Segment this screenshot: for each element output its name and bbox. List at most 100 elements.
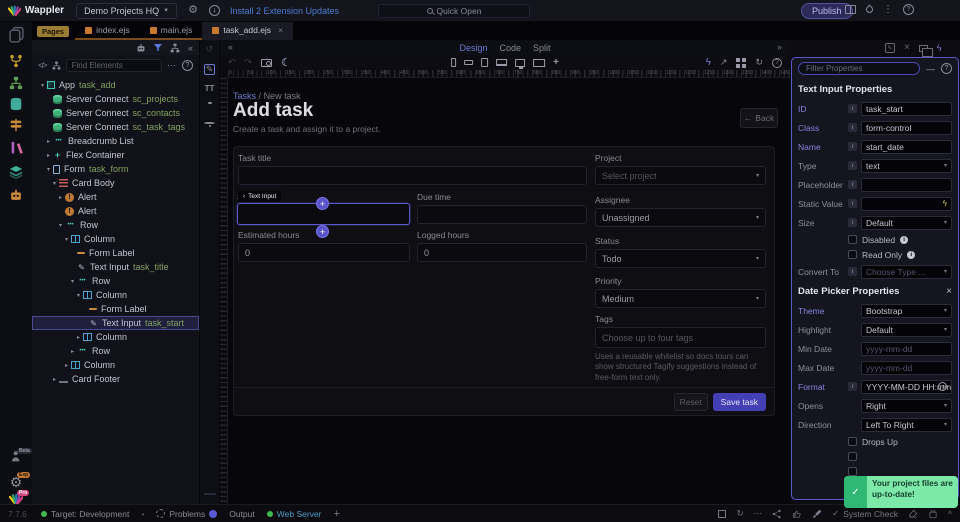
checkbox[interactable] (848, 235, 857, 244)
refresh-icon[interactable]: ↻ (755, 57, 763, 68)
theme-droplet-icon[interactable] (864, 4, 875, 15)
update-toast[interactable]: ✓ Your project files are up-to-date! (844, 476, 958, 508)
brush-icon[interactable] (812, 509, 822, 519)
tab-design[interactable]: Design (459, 43, 487, 53)
tree-item-task_add[interactable]: ▾ App task_add (32, 78, 199, 92)
tree-chevron-icon[interactable]: ▾ (56, 222, 65, 229)
prop-id-input[interactable]: task_start (861, 101, 952, 116)
assignee-select[interactable]: Unassigned (595, 208, 766, 227)
help-icon[interactable]: ? (772, 57, 782, 68)
edit-mode-icon[interactable]: ✎ (204, 64, 215, 75)
estimated-hours-input[interactable]: 0 (238, 243, 410, 262)
due-time-input[interactable] (417, 205, 587, 224)
system-check-button[interactable]: ✓ System Check (832, 508, 898, 519)
save-task-button[interactable]: Save task (712, 392, 766, 411)
install-updates-link[interactable]: Install 2 Extension Updates (230, 6, 339, 16)
prop-format-input[interactable]: YYYY-MM-DD HH:mm (861, 379, 952, 394)
checkbox[interactable] (848, 452, 857, 461)
tree-chevron-icon[interactable]: ▾ (44, 166, 53, 173)
tree-item-column[interactable]: ▸ Column (32, 330, 199, 344)
tab-code[interactable]: Code (499, 43, 521, 53)
reset-button[interactable]: Reset (673, 392, 708, 411)
redo-icon[interactable]: ↷ (245, 57, 253, 68)
structure-icon[interactable] (170, 43, 180, 53)
split-columns-icon[interactable] (845, 5, 856, 14)
help-icon[interactable]: ? (941, 63, 952, 74)
mobile-landscape-icon[interactable] (464, 60, 474, 65)
tree-chevron-icon[interactable]: ▾ (74, 292, 83, 299)
pin-icon[interactable] (207, 102, 212, 104)
mobile-portrait-icon[interactable] (451, 58, 457, 67)
beta-tool-icon[interactable]: Beta (0, 448, 32, 463)
eye-visibility-icon[interactable] (204, 122, 215, 127)
tab-close-icon[interactable]: × (278, 25, 283, 35)
bolt-icon[interactable]: ϟ (937, 43, 942, 53)
tv-icon[interactable] (533, 58, 546, 67)
assistant-robot-icon[interactable] (136, 43, 146, 53)
tree-item-sc_task_tags[interactable]: Server Connect sc_task_tags (32, 120, 199, 134)
prop-class-input[interactable]: form-control (861, 120, 952, 135)
tree-item-form-label[interactable]: Form Label (32, 246, 199, 260)
prop-size-select[interactable]: Default (861, 215, 952, 230)
ai-assistant-icon[interactable] (0, 188, 32, 202)
project-select[interactable]: Select project (595, 166, 766, 185)
output-button[interactable]: Output (229, 509, 255, 519)
undo-icon[interactable]: ↶ (228, 57, 236, 68)
tree-item-column[interactable]: ▾ Column (32, 288, 199, 302)
prop-min-date-input[interactable]: yyyy-mm-dd (861, 341, 952, 356)
web-server-button[interactable]: Web Server (266, 509, 322, 519)
settings-gear-icon[interactable]: ⚙ (188, 5, 198, 16)
laptop-icon[interactable] (496, 59, 508, 66)
prop-opens-select[interactable]: Right (861, 398, 952, 413)
tree-item-task_title[interactable]: ✎ Text Input task_title (32, 260, 199, 274)
tree-view-icon[interactable] (52, 61, 61, 70)
desktop-icon[interactable] (515, 58, 526, 69)
refresh-icon[interactable]: ↻ (736, 508, 743, 519)
prop-highlight-select[interactable]: Default (861, 322, 952, 337)
help-icon[interactable]: ? (182, 60, 193, 71)
filter-properties-input[interactable]: Filter Properties (798, 62, 920, 75)
tree-item-column[interactable]: ▸ Column (32, 358, 199, 372)
tree-item-form-label[interactable]: Form Label (32, 302, 199, 316)
tree-item-row[interactable]: ▾ ••• Row (32, 274, 199, 288)
checkbox[interactable] (848, 437, 857, 446)
export-icon[interactable]: ↗ (720, 57, 728, 68)
status-select[interactable]: Todo (595, 249, 766, 268)
add-element-button[interactable]: + (316, 197, 329, 210)
bolt-icon[interactable]: ϟ (706, 57, 711, 68)
tree-item-task_form[interactable]: ▾ Form task_form (32, 162, 199, 176)
dark-mode-moon-icon[interactable]: ☾ (281, 56, 291, 69)
prop-type-select[interactable]: text (861, 158, 952, 173)
screenshot-camera-icon[interactable] (261, 58, 273, 67)
tree-chevron-icon[interactable]: ▸ (44, 138, 53, 145)
checkbox[interactable] (848, 250, 857, 259)
tree-item-breadcrumb-list[interactable]: ▸ ••• Breadcrumb List (32, 134, 199, 148)
tree-item-column[interactable]: ▾ Column (32, 232, 199, 246)
edit-square-icon[interactable]: ✎ (885, 43, 895, 53)
bolt-icon[interactable]: ϟ (943, 199, 947, 208)
task-title-input[interactable] (238, 166, 587, 185)
tree-chevron-icon[interactable]: ▾ (68, 278, 77, 285)
checkbox[interactable] (848, 467, 857, 476)
structure-icon[interactable] (0, 76, 32, 90)
tree-chevron-icon[interactable]: ▸ (50, 376, 59, 383)
tree-chevron-icon[interactable]: ▸ (44, 152, 53, 159)
pages-badge[interactable]: Pages (37, 25, 70, 37)
scissors-icon[interactable]: × (904, 43, 910, 53)
prop-static-value-input[interactable]: ϟ (861, 196, 952, 211)
tree-item-sc_projects[interactable]: Server Connect sc_projects (32, 92, 199, 106)
approve-thumb-icon[interactable] (792, 509, 802, 519)
workflow-icon[interactable] (0, 54, 32, 68)
add-tab-button[interactable]: + (334, 508, 340, 520)
database-icon[interactable] (0, 97, 32, 111)
help-icon[interactable]: ? (903, 4, 914, 15)
filter-funnel-icon[interactable] (153, 44, 162, 51)
tree-item-sc_contacts[interactable]: Server Connect sc_contacts (32, 106, 199, 120)
minimize-icon[interactable]: — (926, 64, 935, 74)
quick-open-search[interactable]: Quick Open (378, 4, 530, 18)
tree-chevron-icon[interactable]: ▸ (62, 362, 71, 369)
selected-element-badge[interactable]: ‹ Text Input (238, 191, 282, 202)
more-options-icon[interactable]: ⋯ (167, 60, 177, 71)
reset-clock-icon[interactable] (938, 382, 947, 391)
tree-item-card-body[interactable]: ▾ Card Body (32, 176, 199, 190)
